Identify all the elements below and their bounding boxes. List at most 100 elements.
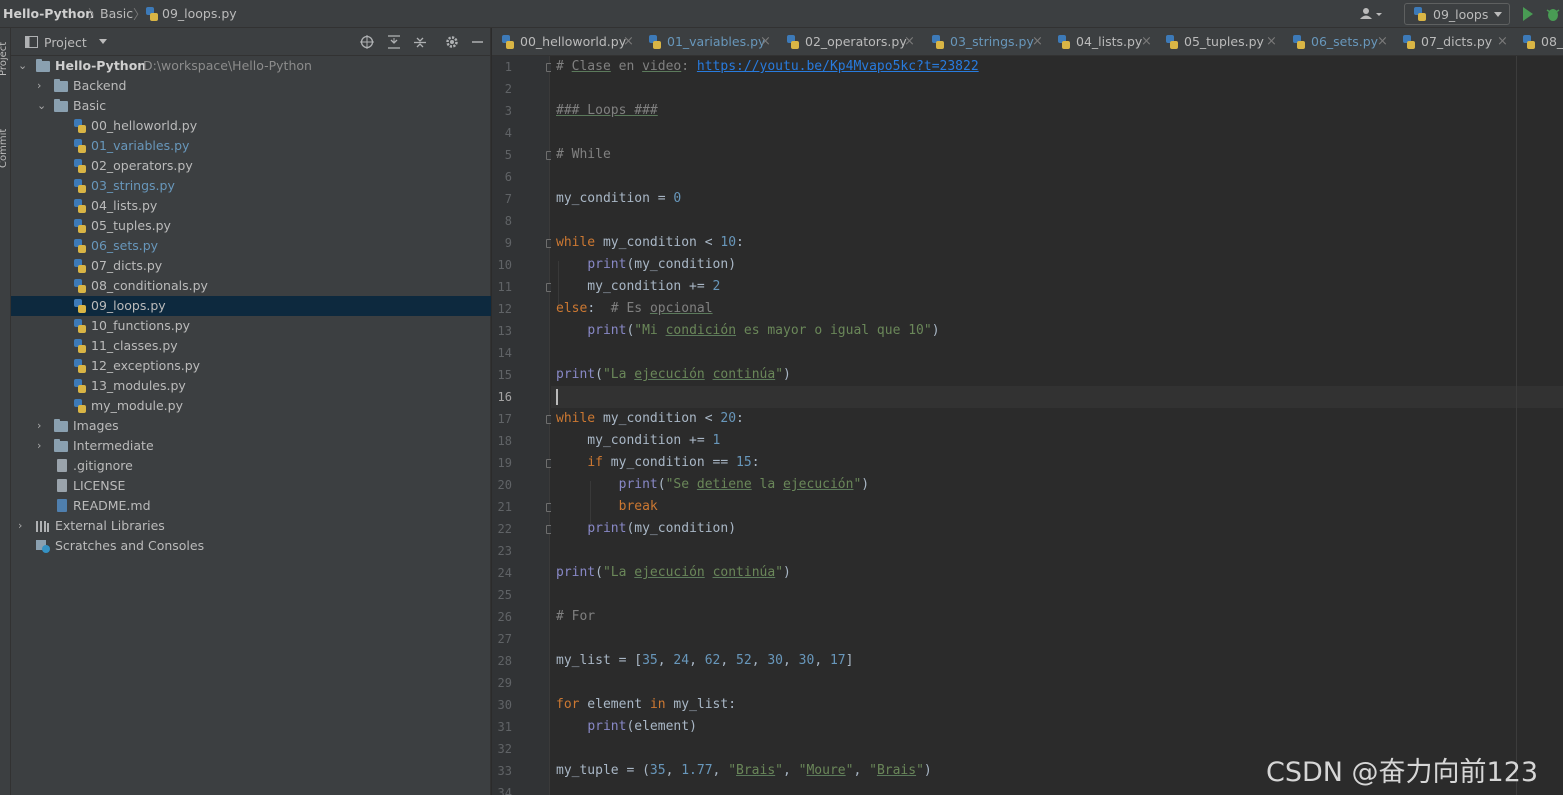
tree-file-10-functions[interactable]: 10_functions.py bbox=[11, 316, 491, 336]
tab-08-conditionals[interactable]: 08_con bbox=[1513, 28, 1563, 55]
tab-07-dicts[interactable]: 07_dicts.py × bbox=[1393, 28, 1513, 55]
chevron-down-icon bbox=[1494, 12, 1502, 17]
tab-00-helloworld[interactable]: 00_helloworld.py × bbox=[492, 28, 639, 55]
tree-item-label: 13_modules.py bbox=[91, 378, 186, 393]
line-number: 34 bbox=[497, 786, 512, 795]
tree-file-02-operators[interactable]: 02_operators.py bbox=[11, 156, 491, 176]
tree-root[interactable]: ⌄ Hello-Python D:\workspace\Hello-Python bbox=[11, 56, 491, 76]
chevron-down-icon[interactable]: ⌄ bbox=[18, 56, 27, 76]
tree-file-05-tuples[interactable]: 05_tuples.py bbox=[11, 216, 491, 236]
tree-file-license[interactable]: LICENSE bbox=[11, 476, 491, 496]
python-file-icon bbox=[74, 239, 86, 253]
line-number: 18 bbox=[497, 434, 512, 448]
breadcrumb-folder[interactable]: Basic bbox=[100, 6, 133, 21]
close-icon[interactable]: × bbox=[1032, 28, 1043, 55]
tree-file-09-loops[interactable]: 09_loops.py bbox=[11, 296, 491, 316]
close-icon[interactable]: × bbox=[904, 28, 915, 55]
text-caret bbox=[556, 389, 558, 405]
tab-04-lists[interactable]: 04_lists.py × bbox=[1048, 28, 1156, 55]
chevron-down-icon[interactable]: ⌄ bbox=[37, 96, 46, 116]
text-file-icon bbox=[57, 479, 67, 492]
close-icon[interactable]: × bbox=[1141, 28, 1152, 55]
commit-tool-window-button[interactable]: Commit bbox=[0, 129, 9, 168]
tree-item-external-libraries[interactable]: › External Libraries bbox=[11, 516, 491, 536]
tab-03-strings[interactable]: 03_strings.py × bbox=[922, 28, 1048, 55]
code-line-30: for element in my_list: bbox=[556, 697, 737, 712]
debug-icon[interactable] bbox=[1546, 6, 1560, 22]
tree-file-13-modules[interactable]: 13_modules.py bbox=[11, 376, 491, 396]
tab-label: 05_tuples.py bbox=[1184, 34, 1264, 49]
user-account-icon[interactable] bbox=[1360, 7, 1386, 21]
close-icon[interactable]: × bbox=[1266, 28, 1277, 55]
line-number: 20 bbox=[497, 478, 512, 492]
tree-item-intermediate[interactable]: › Intermediate bbox=[11, 436, 491, 456]
tree-item-backend[interactable]: › Backend bbox=[11, 76, 491, 96]
code-editor[interactable]: # Clase en video: https://youtu.be/Kp4Mv… bbox=[551, 56, 1563, 795]
run-configuration-label: 09_loops bbox=[1433, 7, 1489, 22]
right-margin-guide bbox=[1516, 56, 1517, 795]
tree-file-08-conditionals[interactable]: 08_conditionals.py bbox=[11, 276, 491, 296]
hide-panel-icon[interactable] bbox=[471, 35, 484, 49]
breadcrumb-file[interactable]: 09_loops.py bbox=[162, 6, 237, 21]
code-line-22: print(my_condition) bbox=[587, 521, 737, 536]
tree-item-basic[interactable]: ⌄ Basic bbox=[11, 96, 491, 116]
tree-item-label: 11_classes.py bbox=[91, 338, 178, 353]
run-icon[interactable] bbox=[1522, 7, 1534, 21]
line-number: 2 bbox=[504, 82, 512, 96]
breadcrumb-project[interactable]: Hello-Python bbox=[3, 6, 94, 21]
locate-file-icon[interactable] bbox=[360, 35, 374, 49]
tree-file-03-strings[interactable]: 03_strings.py bbox=[11, 176, 491, 196]
tree-item-images[interactable]: › Images bbox=[11, 416, 491, 436]
project-panel-title[interactable]: Project bbox=[44, 35, 87, 50]
tree-item-label: 06_sets.py bbox=[91, 238, 159, 253]
tree-file-gitignore[interactable]: .gitignore bbox=[11, 456, 491, 476]
tree-file-readme[interactable]: README.md bbox=[11, 496, 491, 516]
close-icon[interactable]: × bbox=[1377, 28, 1388, 55]
python-file-icon bbox=[74, 139, 86, 153]
tab-01-variables[interactable]: 01_variables.py × bbox=[639, 28, 777, 55]
tree-file-12-exceptions[interactable]: 12_exceptions.py bbox=[11, 356, 491, 376]
python-file-icon bbox=[74, 179, 86, 193]
line-number: 28 bbox=[497, 654, 512, 668]
close-icon[interactable]: × bbox=[1497, 28, 1508, 55]
tree-file-07-dicts[interactable]: 07_dicts.py bbox=[11, 256, 491, 276]
code-url[interactable]: https://youtu.be/Kp4Mvapo5kc?t=23822 bbox=[697, 59, 979, 74]
line-number: 11 bbox=[497, 280, 512, 294]
folder-icon bbox=[36, 59, 50, 72]
chevron-right-icon[interactable]: › bbox=[37, 436, 41, 456]
chevron-right-icon[interactable]: › bbox=[37, 416, 41, 436]
tab-05-tuples[interactable]: 05_tuples.py × bbox=[1156, 28, 1283, 55]
expand-all-icon[interactable] bbox=[387, 35, 401, 49]
run-configuration-dropdown[interactable]: 09_loops bbox=[1404, 3, 1510, 25]
tab-label: 07_dicts.py bbox=[1421, 34, 1493, 49]
tree-file-00-helloworld[interactable]: 00_helloworld.py bbox=[11, 116, 491, 136]
tree-item-label: Backend bbox=[73, 78, 127, 93]
gear-icon[interactable] bbox=[445, 35, 459, 49]
tree-file-04-lists[interactable]: 04_lists.py bbox=[11, 196, 491, 216]
tree-file-06-sets[interactable]: 06_sets.py bbox=[11, 236, 491, 256]
tab-06-sets[interactable]: 06_sets.py × bbox=[1283, 28, 1393, 55]
project-tool-window: Project ⌄ Hello-Python D:\workspace\Hell… bbox=[11, 28, 491, 795]
chevron-right-icon[interactable]: › bbox=[18, 516, 22, 536]
tree-item-scratches[interactable]: Scratches and Consoles bbox=[11, 536, 491, 556]
code-line-31: print(element) bbox=[587, 719, 697, 734]
python-file-icon bbox=[74, 219, 86, 233]
editor-gutter[interactable]: 1 2 3 4 5 6 7 8 9 10 11 12 13 14 15 16 1… bbox=[492, 56, 555, 795]
code-line-3: ### Loops ### bbox=[556, 103, 658, 118]
tree-item-label: 10_functions.py bbox=[91, 318, 191, 333]
project-tool-window-button[interactable]: Project bbox=[0, 42, 9, 76]
python-file-icon bbox=[74, 259, 86, 273]
line-number: 7 bbox=[504, 192, 512, 206]
tree-file-01-variables[interactable]: 01_variables.py bbox=[11, 136, 491, 156]
close-icon[interactable]: × bbox=[623, 28, 634, 55]
tab-label: 08_con bbox=[1541, 34, 1563, 49]
tree-item-label: 05_tuples.py bbox=[91, 218, 171, 233]
chevron-right-icon[interactable]: › bbox=[37, 76, 41, 96]
tree-file-11-classes[interactable]: 11_classes.py bbox=[11, 336, 491, 356]
tab-02-operators[interactable]: 02_operators.py × bbox=[777, 28, 922, 55]
collapse-all-icon[interactable] bbox=[413, 35, 427, 49]
line-number: 26 bbox=[497, 610, 512, 624]
tree-file-my-module[interactable]: my_module.py bbox=[11, 396, 491, 416]
chevron-down-icon[interactable] bbox=[99, 39, 107, 44]
close-icon[interactable]: × bbox=[760, 28, 771, 55]
